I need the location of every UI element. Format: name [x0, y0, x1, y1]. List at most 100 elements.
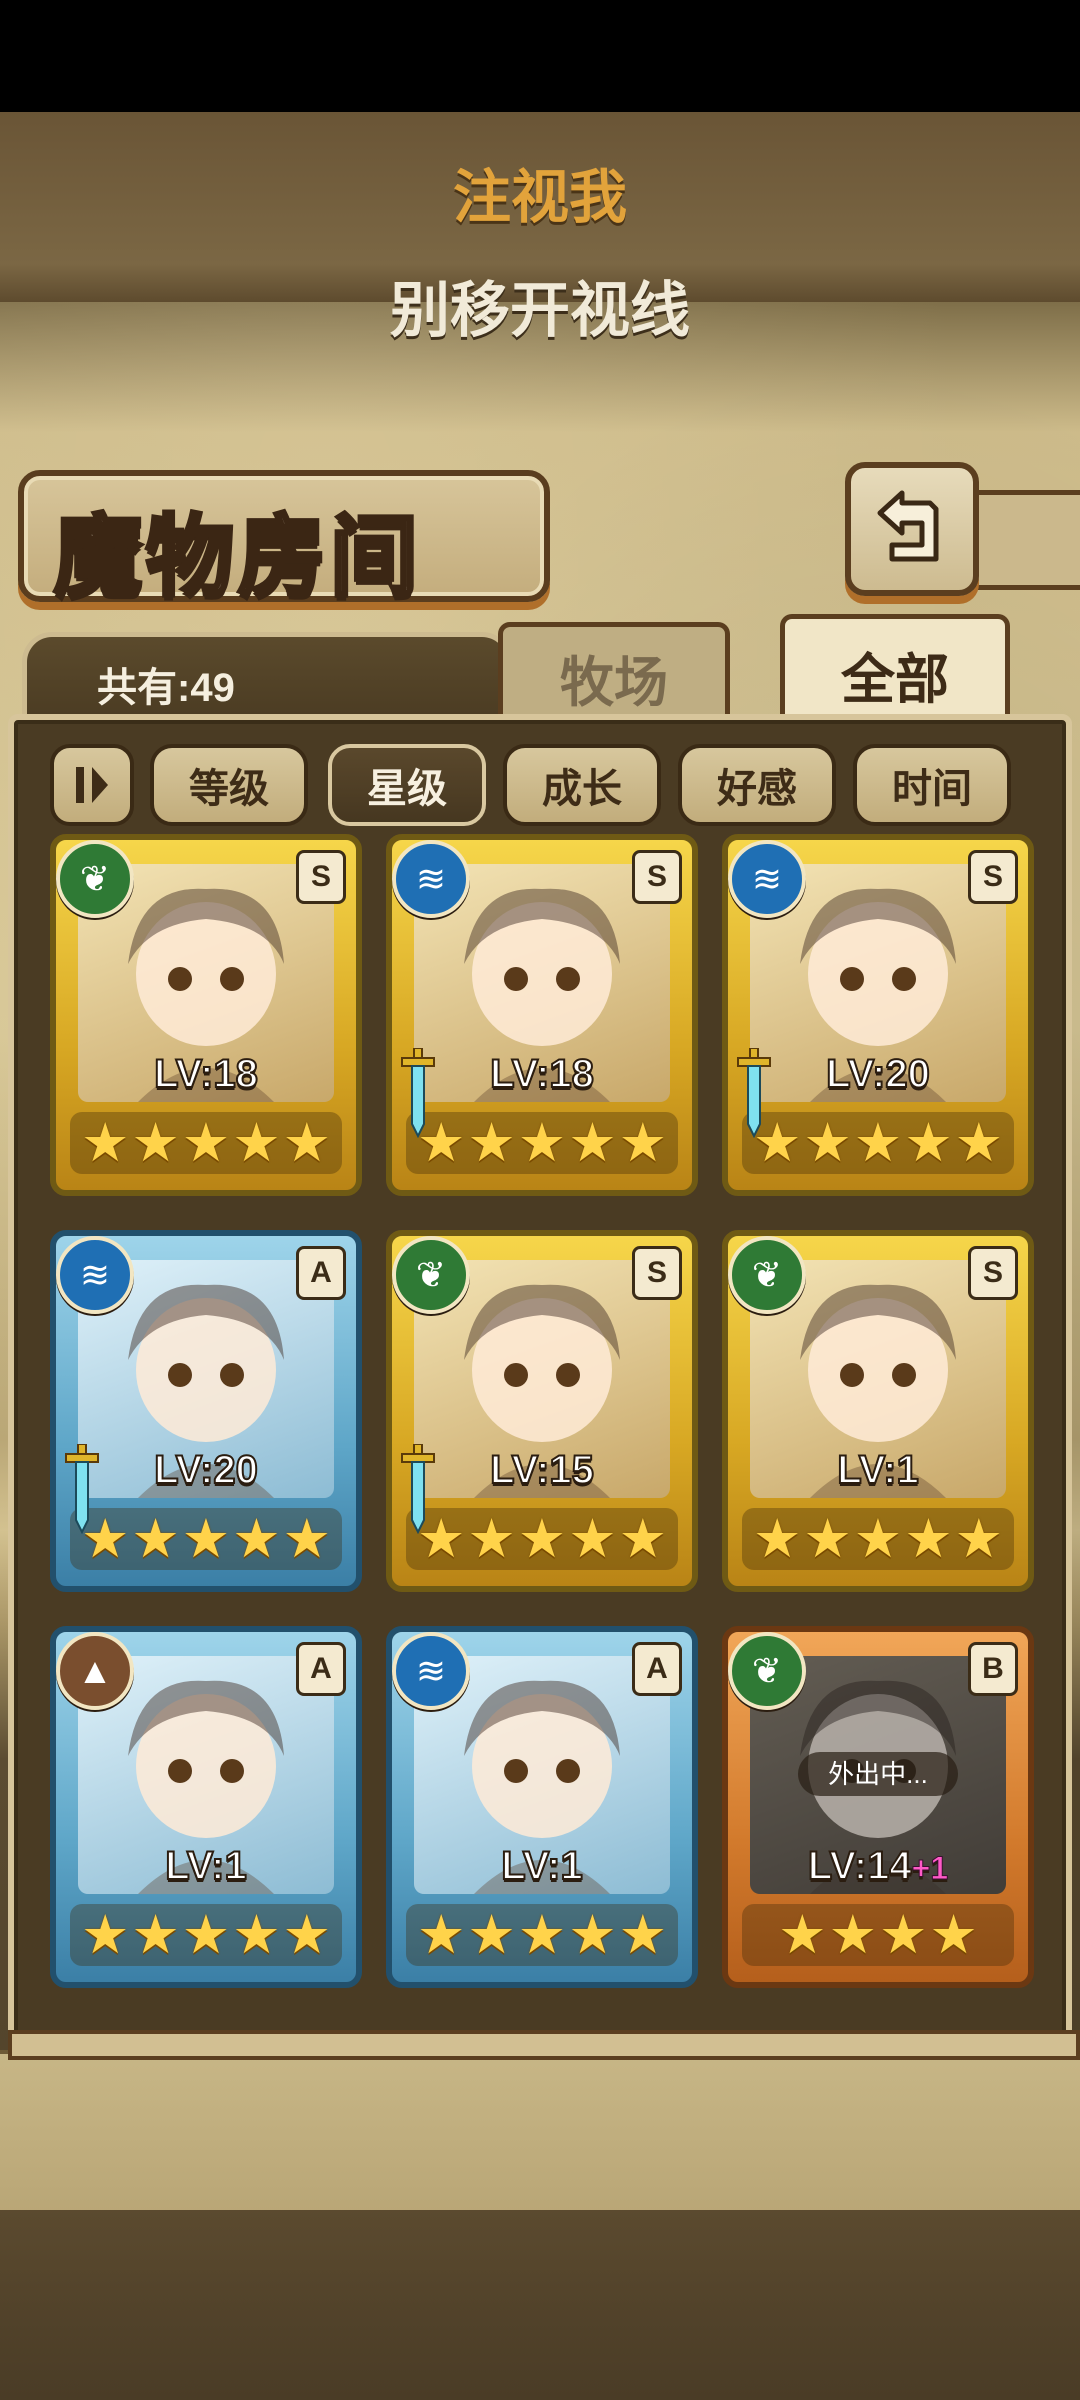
sort-order-toggle[interactable] — [50, 744, 134, 826]
monster-level: LV:18 — [56, 1051, 356, 1097]
star-icon: ★ — [778, 1905, 827, 1965]
tab-all[interactable]: 全部 — [780, 614, 1010, 729]
star-icon: ★ — [517, 1113, 567, 1173]
star-icon: ★ — [904, 1113, 953, 1173]
rank-badge: S — [968, 1246, 1018, 1300]
monster-level: LV:18 — [392, 1051, 692, 1097]
monster-level: LV:1 — [728, 1447, 1028, 1493]
monster-card[interactable]: LV:1 ★ ★ ★ ★ ★ ❦ S — [722, 1230, 1034, 1592]
star-icon: ★ — [568, 1113, 617, 1173]
star-rating: ★ ★ ★ ★ ★ — [742, 1112, 1014, 1174]
bottom-band — [0, 2210, 1080, 2400]
star-icon: ★ — [568, 1509, 617, 1569]
star-rating: ★ ★ ★ ★ ★ — [70, 1508, 342, 1570]
leaf-element-icon: ❦ — [728, 1236, 806, 1314]
star-icon: ★ — [232, 1113, 281, 1173]
monster-level: LV:1 — [56, 1843, 356, 1889]
star-icon: ★ — [131, 1509, 180, 1569]
sort-affection-button[interactable]: 好感 — [678, 744, 836, 826]
star-icon: ★ — [618, 1113, 668, 1173]
level-text: LV:14 — [807, 1843, 913, 1889]
rank-badge: A — [296, 1642, 346, 1696]
sort-time-button[interactable]: 时间 — [853, 744, 1011, 826]
star-icon: ★ — [181, 1905, 231, 1965]
level-text: LV:1 — [836, 1447, 920, 1493]
sort-growth-button[interactable]: 成长 — [503, 744, 661, 826]
monster-card[interactable]: LV:20 ★ ★ ★ ★ ★ ≋ S — [722, 834, 1034, 1196]
star-icon: ★ — [80, 1113, 130, 1173]
star-icon: ★ — [929, 1905, 978, 1965]
away-status-badge: 外出中... — [798, 1752, 958, 1796]
collection-count: 共有:49 — [97, 666, 235, 710]
monster-card[interactable]: LV:15 ★ ★ ★ ★ ★ ❦ S — [386, 1230, 698, 1592]
star-icon: ★ — [181, 1113, 231, 1173]
bottom-parchment-strip — [0, 2050, 1080, 2214]
rank-badge: S — [968, 850, 1018, 904]
earth-element-icon: ▲ — [56, 1632, 134, 1710]
star-icon: ★ — [282, 1509, 332, 1569]
star-icon: ★ — [467, 1113, 516, 1173]
sort-star-button[interactable]: 星级 — [328, 744, 486, 826]
level-text: LV:20 — [153, 1447, 259, 1493]
weapon-equipped-icon — [65, 1444, 99, 1534]
star-icon: ★ — [232, 1905, 281, 1965]
back-arrow-icon — [877, 490, 939, 562]
monster-card[interactable]: 外出中... LV:14+1 ★ ★ ★ ★ ❦ B — [722, 1626, 1034, 1988]
leaf-element-icon: ❦ — [392, 1236, 470, 1314]
monster-level: LV:15 — [392, 1447, 692, 1493]
back-button[interactable] — [845, 462, 979, 596]
level-text: LV:1 — [164, 1843, 248, 1889]
tab-farm[interactable]: 牧场 — [498, 622, 730, 727]
star-icon: ★ — [954, 1509, 1004, 1569]
monster-level: LV:20 — [728, 1051, 1028, 1097]
star-rating: ★ ★ ★ ★ ★ — [70, 1112, 342, 1174]
rank-badge: S — [632, 850, 682, 904]
star-icon: ★ — [467, 1509, 516, 1569]
star-icon: ★ — [232, 1509, 281, 1569]
star-rating: ★ ★ ★ ★ ★ — [70, 1904, 342, 1966]
star-icon: ★ — [879, 1905, 928, 1965]
rank-badge: S — [296, 850, 346, 904]
banner-line-2: 别移开视线 — [390, 277, 690, 344]
monster-card[interactable]: LV:1 ★ ★ ★ ★ ★ ▲ A — [50, 1626, 362, 1988]
water-element-icon: ≋ — [728, 840, 806, 918]
star-icon: ★ — [416, 1905, 466, 1965]
level-text: LV:20 — [825, 1051, 931, 1097]
star-icon: ★ — [853, 1113, 903, 1173]
rank-badge: S — [632, 1246, 682, 1300]
monster-card[interactable]: LV:18 ★ ★ ★ ★ ★ ❦ S — [50, 834, 362, 1196]
rank-badge: B — [968, 1642, 1018, 1696]
sort-order-icon — [76, 767, 108, 803]
water-element-icon: ≋ — [392, 840, 470, 918]
weapon-equipped-icon — [401, 1048, 435, 1138]
star-icon: ★ — [131, 1113, 180, 1173]
rank-badge: A — [632, 1642, 682, 1696]
level-text: LV:1 — [500, 1843, 584, 1889]
level-text: LV:15 — [489, 1447, 595, 1493]
star-icon: ★ — [828, 1905, 877, 1965]
panel-bottom-edge — [8, 2030, 1080, 2060]
star-icon: ★ — [282, 1113, 332, 1173]
collection-count-tab: 共有:49 — [22, 632, 512, 725]
star-rating: ★ ★ ★ ★ — [742, 1904, 1014, 1966]
star-icon: ★ — [618, 1905, 668, 1965]
star-rating: ★ ★ ★ ★ ★ — [406, 1112, 678, 1174]
monster-level: LV:14+1 — [728, 1843, 1028, 1889]
star-icon: ★ — [568, 1905, 617, 1965]
sort-level-button[interactable]: 等级 — [150, 744, 308, 826]
monster-card[interactable]: LV:20 ★ ★ ★ ★ ★ ≋ A — [50, 1230, 362, 1592]
monster-card[interactable]: LV:1 ★ ★ ★ ★ ★ ≋ A — [386, 1626, 698, 1988]
star-icon: ★ — [467, 1905, 516, 1965]
star-icon: ★ — [80, 1905, 130, 1965]
monster-level: LV:1 — [392, 1843, 692, 1889]
monster-card[interactable]: LV:18 ★ ★ ★ ★ ★ ≋ S — [386, 834, 698, 1196]
star-icon: ★ — [618, 1509, 668, 1569]
weapon-equipped-icon — [737, 1048, 771, 1138]
leaf-element-icon: ❦ — [728, 1632, 806, 1710]
status-bar — [0, 0, 1080, 112]
star-icon: ★ — [803, 1509, 852, 1569]
back-bar-decoration — [970, 490, 1080, 590]
water-element-icon: ≋ — [56, 1236, 134, 1314]
star-icon: ★ — [904, 1509, 953, 1569]
monster-level: LV:20 — [56, 1447, 356, 1493]
